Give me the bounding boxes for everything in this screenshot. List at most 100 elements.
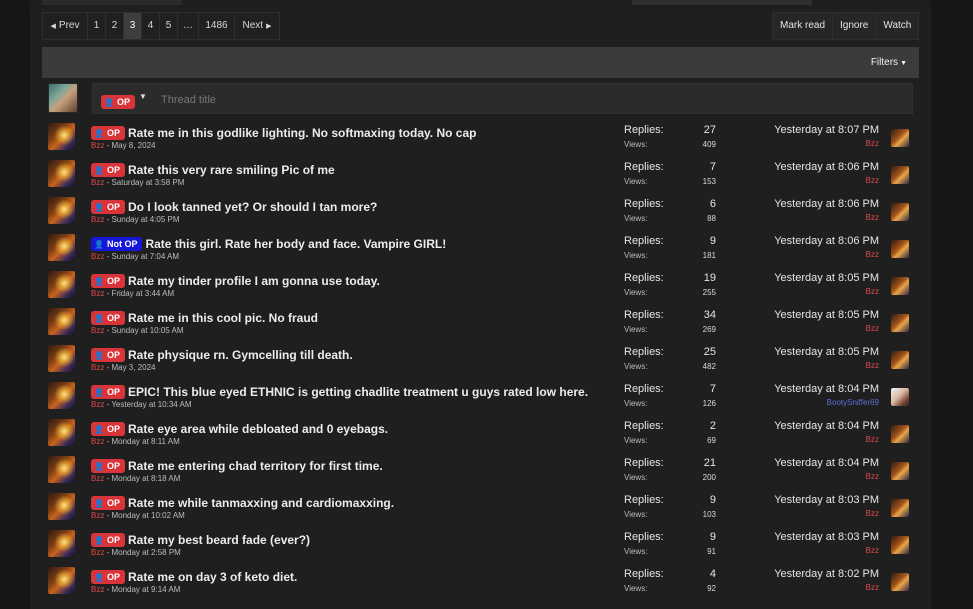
thread-row[interactable]: 👤 OP Rate me in this cool pic. No fraud Bzz… bbox=[42, 305, 919, 342]
thread-author-link[interactable]: Bzz bbox=[91, 178, 104, 187]
next-page-button[interactable]: Next ▶ bbox=[235, 13, 279, 39]
thread-row[interactable]: 👤 Not OP Rate this girl. Rate her body and… bbox=[42, 231, 919, 268]
last-poster-avatar[interactable] bbox=[891, 166, 909, 184]
thread-start-date[interactable]: Monday at 9:14 AM bbox=[111, 585, 180, 594]
thread-prefix-badge[interactable]: 👤 OP bbox=[91, 495, 125, 510]
thread-row[interactable]: 👤 OP Rate my tinder profile I am gonna use… bbox=[42, 268, 919, 305]
page-jump-ellipsis[interactable]: … bbox=[178, 13, 199, 39]
thread-start-date[interactable]: Monday at 10:02 AM bbox=[111, 511, 184, 520]
thread-start-date[interactable]: May 3, 2024 bbox=[111, 363, 155, 372]
thread-prefix-badge[interactable]: 👤 OP bbox=[91, 421, 125, 436]
last-post-user[interactable]: Bzz bbox=[774, 324, 879, 333]
last-post-user[interactable]: Bzz bbox=[774, 546, 879, 555]
thread-author-link[interactable]: Bzz bbox=[91, 437, 104, 446]
last-poster-avatar[interactable] bbox=[891, 425, 909, 443]
thread-title-link[interactable]: Rate me on day 3 of keto diet. bbox=[128, 570, 297, 584]
thread-start-date[interactable]: Monday at 8:11 AM bbox=[111, 437, 179, 446]
thread-start-date[interactable]: Saturday at 3:58 PM bbox=[111, 178, 184, 187]
author-avatar[interactable] bbox=[48, 160, 75, 187]
last-post-user[interactable]: Bzz bbox=[774, 509, 879, 518]
last-post-user[interactable]: Bzz bbox=[774, 139, 879, 148]
thread-start-date[interactable]: Sunday at 10:05 AM bbox=[111, 326, 183, 335]
page-link[interactable]: 5 bbox=[160, 13, 178, 39]
thread-prefix-badge[interactable]: 👤 OP bbox=[91, 347, 125, 362]
thread-start-date[interactable]: Monday at 8:18 AM bbox=[111, 474, 180, 483]
thread-row[interactable]: 👤 OP Rate my best beard fade (ever?) Bzz - … bbox=[42, 527, 919, 564]
thread-prefix-badge[interactable]: 👤 OP bbox=[91, 273, 125, 288]
prev-page-button[interactable]: ◀ Prev bbox=[43, 13, 88, 39]
thread-title-link[interactable]: Rate me in this godlike lighting. No sof… bbox=[128, 126, 476, 140]
last-post-time[interactable]: Yesterday at 8:06 PM bbox=[774, 198, 879, 210]
filters-button[interactable]: Filters ▼ bbox=[871, 47, 907, 79]
last-post-user[interactable]: Bzz bbox=[774, 361, 879, 370]
last-poster-avatar[interactable] bbox=[891, 240, 909, 258]
last-post-user[interactable]: Bzz bbox=[774, 176, 879, 185]
thread-title-link[interactable]: Rate my tinder profile I am gonna use to… bbox=[128, 274, 380, 288]
thread-prefix-badge[interactable]: 👤 OP bbox=[91, 384, 125, 399]
thread-start-date[interactable]: Friday at 3:44 AM bbox=[111, 289, 174, 298]
last-poster-avatar[interactable] bbox=[891, 499, 909, 517]
author-avatar[interactable] bbox=[48, 456, 75, 483]
thread-title-link[interactable]: Rate me in this cool pic. No fraud bbox=[128, 311, 318, 325]
thread-row[interactable]: 👤 OP Rate me in this godlike lighting. No … bbox=[42, 120, 919, 157]
last-post-user[interactable]: Bzz bbox=[774, 435, 879, 444]
thread-title-link[interactable]: Rate eye area while debloated and 0 eyeb… bbox=[128, 422, 388, 436]
last-post-user[interactable]: Bzz bbox=[774, 583, 879, 592]
thread-row[interactable]: 👤 OP EPIC! This blue eyed ETHNIC is gettin… bbox=[42, 379, 919, 416]
thread-prefix-badge[interactable]: 👤 OP bbox=[91, 162, 125, 177]
last-post-user[interactable]: Bzz bbox=[774, 287, 879, 296]
last-poster-avatar[interactable] bbox=[891, 573, 909, 591]
last-post-user[interactable]: Bzz bbox=[774, 472, 879, 481]
last-poster-avatar[interactable] bbox=[891, 351, 909, 369]
mark-read-button[interactable]: Mark read bbox=[773, 13, 834, 39]
thread-title-link[interactable]: Rate this very rare smiling Pic of me bbox=[128, 163, 335, 177]
author-avatar[interactable] bbox=[48, 197, 75, 224]
thread-row[interactable]: 👤 OP Rate eye area while debloated and 0 e… bbox=[42, 416, 919, 453]
page-link[interactable]: 1486 bbox=[199, 13, 235, 39]
thread-author-link[interactable]: Bzz bbox=[91, 252, 104, 261]
thread-row[interactable]: 👤 OP Rate this very rare smiling Pic of me… bbox=[42, 157, 919, 194]
last-poster-avatar[interactable] bbox=[891, 277, 909, 295]
last-poster-avatar[interactable] bbox=[891, 314, 909, 332]
thread-author-link[interactable]: Bzz bbox=[91, 141, 104, 150]
last-post-time[interactable]: Yesterday at 8:03 PM bbox=[774, 494, 879, 506]
thread-row[interactable]: 👤 OP Rate me while tanmaxxing and cardioma… bbox=[42, 490, 919, 527]
author-avatar[interactable] bbox=[48, 530, 75, 557]
thread-prefix-badge[interactable]: 👤 OP bbox=[91, 458, 125, 473]
thread-prefix-badge[interactable]: 👤 OP bbox=[91, 532, 125, 547]
thread-prefix-badge[interactable]: 👤 Not OP bbox=[91, 236, 143, 251]
last-poster-avatar[interactable] bbox=[891, 536, 909, 554]
last-poster-avatar[interactable] bbox=[891, 203, 909, 221]
last-poster-avatar[interactable] bbox=[891, 462, 909, 480]
author-avatar[interactable] bbox=[48, 419, 75, 446]
thread-author-link[interactable]: Bzz bbox=[91, 363, 104, 372]
thread-author-link[interactable]: Bzz bbox=[91, 585, 104, 594]
page-link[interactable]: 4 bbox=[142, 13, 160, 39]
thread-title-link[interactable]: Rate me entering chad territory for firs… bbox=[128, 459, 383, 473]
last-poster-avatar[interactable] bbox=[891, 388, 909, 406]
thread-start-date[interactable]: Yesterday at 10:34 AM bbox=[111, 400, 191, 409]
thread-prefix-badge[interactable]: 👤 OP bbox=[91, 125, 125, 140]
page-link[interactable]: 2 bbox=[106, 13, 124, 39]
page-link[interactable]: 1 bbox=[88, 13, 106, 39]
last-post-time[interactable]: Yesterday at 8:06 PM bbox=[774, 161, 879, 173]
thread-title-link[interactable]: EPIC! This blue eyed ETHNIC is getting c… bbox=[128, 385, 588, 399]
thread-title-link[interactable]: Do I look tanned yet? Or should I tan mo… bbox=[128, 200, 377, 214]
thread-title-link[interactable]: Rate this girl. Rate her body and face. … bbox=[145, 237, 446, 251]
thread-title-link[interactable]: Rate my best beard fade (ever?) bbox=[128, 533, 310, 547]
author-avatar[interactable] bbox=[48, 493, 75, 520]
thread-row[interactable]: 👤 OP Rate physique rn. Gymcelling till dea… bbox=[42, 342, 919, 379]
last-post-user[interactable]: BootySniffer69 bbox=[774, 398, 879, 407]
thread-start-date[interactable]: May 8, 2024 bbox=[111, 141, 155, 150]
thread-author-link[interactable]: Bzz bbox=[91, 474, 104, 483]
thread-author-link[interactable]: Bzz bbox=[91, 289, 104, 298]
thread-prefix-badge[interactable]: 👤 OP bbox=[91, 199, 125, 214]
author-avatar[interactable] bbox=[48, 123, 75, 150]
last-post-time[interactable]: Yesterday at 8:07 PM bbox=[774, 124, 879, 136]
thread-author-link[interactable]: Bzz bbox=[91, 511, 104, 520]
author-avatar[interactable] bbox=[48, 271, 75, 298]
last-post-time[interactable]: Yesterday at 8:05 PM bbox=[774, 346, 879, 358]
thread-author-link[interactable]: Bzz bbox=[91, 326, 104, 335]
thread-row[interactable]: 👤 OP Rate me on day 3 of keto diet. Bzz - M… bbox=[42, 564, 919, 601]
thread-row[interactable]: 👤 OP Do I look tanned yet? Or should I tan… bbox=[42, 194, 919, 231]
